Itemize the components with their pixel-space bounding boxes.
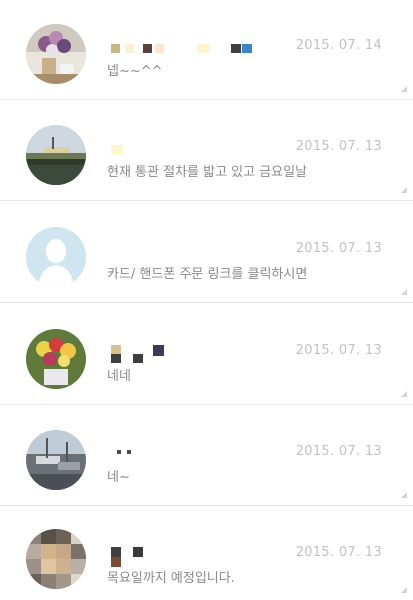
message-date: 2015. 07. 13 (295, 139, 382, 154)
corner-triangle-icon (401, 86, 407, 92)
message-date: 2015. 07. 13 (295, 241, 382, 256)
message-date: 2015. 07. 13 (295, 343, 382, 358)
message-preview: 현재 통관 절차를 밟고 있고 금요일날 (107, 165, 308, 180)
contact-name-redacted (107, 139, 267, 155)
conversation-row[interactable]: 2015. 07. 13 네~ (0, 406, 413, 506)
corner-triangle-icon (401, 187, 407, 193)
message-preview: 카드/ 핸드폰 주문 링크를 클릭하시면 (107, 267, 308, 282)
flower-vase-photo-icon (26, 24, 86, 84)
conversation-row[interactable]: 2015. 07. 13 카드/ 핸드폰 주문 링크를 클릭하시면 (0, 203, 413, 303)
contact-name-redacted (107, 545, 267, 567)
corner-triangle-icon (401, 391, 407, 397)
default-person-icon (26, 227, 86, 287)
message-preview: 네네 (107, 369, 131, 384)
message-preview: 목요일까지 예정입니다. (107, 571, 235, 586)
contact-name-redacted (107, 38, 267, 54)
harbor-boats-photo-icon (26, 430, 86, 490)
message-date: 2015. 07. 13 (295, 545, 382, 560)
conversation-row[interactable]: 2015. 07. 13 현재 통관 절차를 밟고 있고 금요일날 (0, 101, 413, 201)
conversation-row[interactable]: 2015. 07. 13 네네 (0, 305, 413, 405)
conversation-row[interactable]: 2015. 07. 13 목요일까지 예정입니다. (0, 507, 413, 600)
contact-name-redacted (107, 343, 267, 363)
message-preview: 네~ (107, 470, 130, 485)
conversation-list: 2015. 07. 14 넵~~^^ 2015. 07. 13 현재 통관 절차… (0, 0, 413, 600)
message-preview: 넵~~^^ (107, 64, 163, 79)
message-date: 2015. 07. 13 (295, 444, 382, 459)
flower-bouquet-photo-icon (26, 329, 86, 389)
corner-triangle-icon (401, 492, 407, 498)
contact-name-redacted (107, 444, 267, 460)
conversation-row[interactable]: 2015. 07. 14 넵~~^^ (0, 0, 413, 100)
boat-on-water-photo-icon (26, 125, 86, 185)
message-date: 2015. 07. 14 (295, 38, 382, 53)
corner-triangle-icon (401, 289, 407, 295)
corner-triangle-icon (401, 587, 407, 593)
pixelated-photo-icon (26, 529, 86, 589)
